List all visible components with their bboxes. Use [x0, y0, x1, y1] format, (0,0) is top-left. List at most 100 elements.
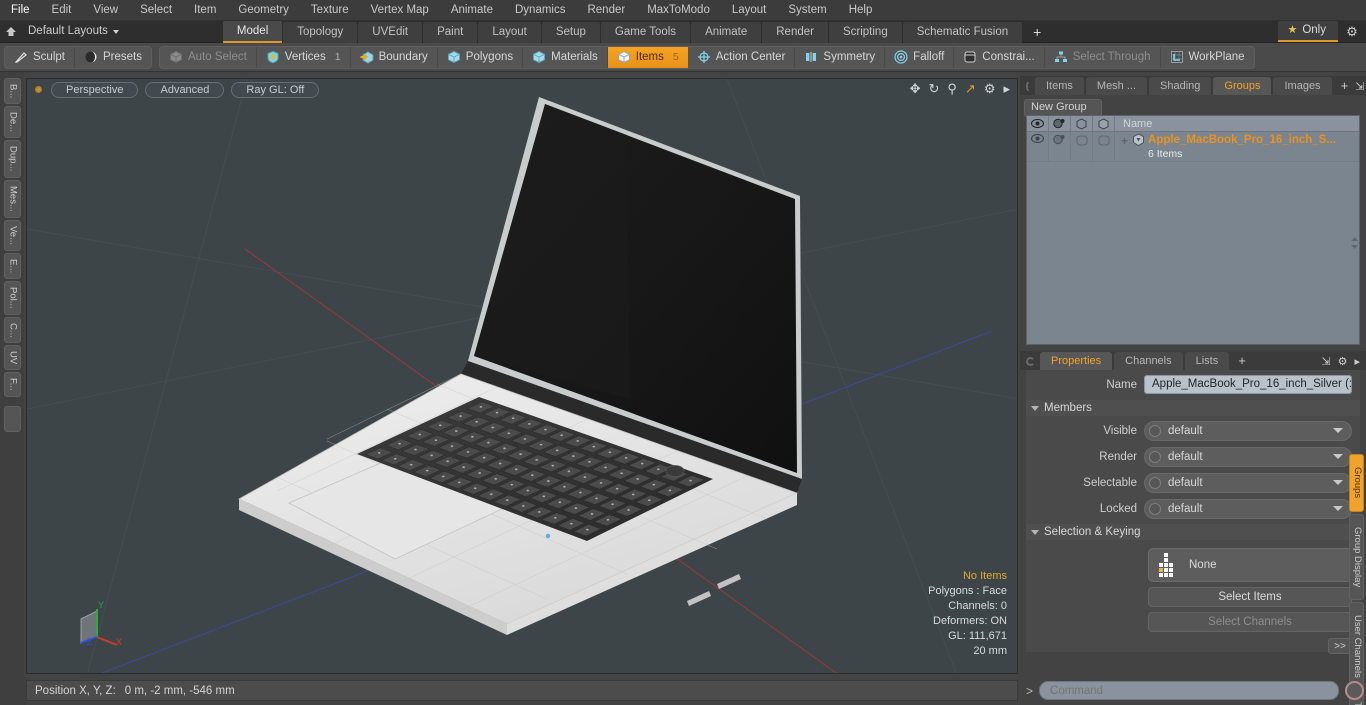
cube-outline-icon[interactable] [1071, 116, 1093, 131]
constraint-button[interactable]: Constrai... [954, 46, 1045, 68]
symmetry-button[interactable]: Symmetry [795, 46, 886, 68]
menu-item-help[interactable]: Help [838, 0, 884, 20]
cube-outline2-icon[interactable] [1093, 116, 1115, 131]
members-section-header[interactable]: Members [1026, 400, 1360, 416]
items-button[interactable]: Items 5 [607, 46, 688, 68]
channel-dot-icon[interactable] [1149, 502, 1161, 515]
selection-keying-section-header[interactable]: Selection & Keying [1026, 524, 1360, 540]
left-tab-extra[interactable] [3, 406, 21, 433]
left-tab-0[interactable]: B... [3, 78, 21, 105]
viewport-advanced-button[interactable]: Advanced [145, 81, 225, 98]
viewport-raygl-button[interactable]: Ray GL: Off [231, 81, 320, 98]
menu-item-view[interactable]: View [82, 0, 129, 20]
row-render-icon[interactable] [1049, 132, 1071, 161]
left-tab-9[interactable]: F... [3, 372, 21, 398]
render-dropdown[interactable]: default [1144, 446, 1352, 467]
panel-tab-items[interactable]: Items [1035, 77, 1084, 95]
channel-dot-icon[interactable] [1149, 424, 1161, 437]
menu-item-animate[interactable]: Animate [440, 0, 504, 20]
channel-dot-icon[interactable] [1149, 450, 1161, 463]
table-row[interactable]: + Apple_MacBook_Pro_16_inch_S... 6 Items [1027, 132, 1359, 162]
panel-menu-icon[interactable] [1026, 82, 1030, 91]
tab-topology[interactable]: Topology [283, 21, 358, 43]
boundary-button[interactable]: Boundary [351, 46, 438, 68]
tab-model[interactable]: Model [222, 20, 283, 43]
tab-lists[interactable]: Lists [1184, 352, 1230, 370]
expand-toggle[interactable]: + [1120, 133, 1129, 147]
left-tab-7[interactable]: C... [3, 316, 21, 344]
panel-tab-mesh[interactable]: Mesh ... [1085, 77, 1148, 95]
left-tab-5[interactable]: E... [3, 252, 21, 279]
expand-icon[interactable]: ⇲ [1355, 80, 1364, 93]
vertices-button[interactable]: Vertices 1 [257, 46, 351, 68]
play-icon[interactable]: ▸ [1003, 82, 1010, 96]
add-tab-button[interactable]: + [1023, 22, 1051, 43]
tab-render[interactable]: Render [762, 21, 828, 43]
panel-tab-groups[interactable]: Groups [1213, 77, 1272, 95]
home-icon[interactable] [0, 21, 22, 43]
axis-gizmo[interactable]: Y X Z [73, 597, 143, 659]
menu-item-edit[interactable]: Edit [41, 0, 83, 20]
visible-dropdown[interactable]: default [1144, 420, 1352, 441]
sculpt-button[interactable]: Sculpt [5, 46, 75, 68]
materials-button[interactable]: Materials [523, 46, 608, 68]
tab-schematic-fusion[interactable]: Schematic Fusion [902, 21, 1023, 43]
menu-item-maxtomodo[interactable]: MaxToModo [636, 0, 721, 20]
row-eye-icon[interactable] [1027, 132, 1049, 161]
menu-item-select[interactable]: Select [129, 0, 183, 20]
3d-viewport[interactable]: Perspective Advanced Ray GL: Off ✥ ↻ ⚲ ↗… [26, 78, 1018, 674]
render-icon[interactable] [1049, 116, 1071, 131]
viewport-indicator[interactable] [35, 86, 42, 93]
record-icon[interactable] [1345, 681, 1364, 700]
workplane-button[interactable]: WorkPlane [1161, 47, 1254, 68]
row-checkbox-2[interactable] [1093, 132, 1115, 161]
selectable-dropdown[interactable]: default [1144, 472, 1352, 493]
menu-item-texture[interactable]: Texture [300, 0, 360, 20]
action-center-button[interactable]: Action Center [688, 46, 796, 68]
command-input[interactable] [1039, 681, 1339, 700]
rotate-icon[interactable]: ↻ [928, 82, 939, 96]
panel-tab-shading[interactable]: Shading [1149, 77, 1212, 95]
tab-channels[interactable]: Channels [1114, 352, 1183, 370]
tab-game-tools[interactable]: Game Tools [600, 21, 691, 43]
left-tab-4[interactable]: Ve... [3, 219, 21, 251]
auto-select-button[interactable]: Auto Select [160, 46, 257, 68]
left-tab-3[interactable]: Mes... [3, 179, 21, 218]
falloff-button[interactable]: Falloff [885, 46, 955, 68]
tab-properties[interactable]: Properties [1040, 352, 1113, 370]
polygons-button[interactable]: Polygons [438, 46, 524, 68]
expand-icon[interactable]: ⇲ [1321, 355, 1330, 368]
left-tab-2[interactable]: Dup... [3, 140, 21, 178]
properties-add-tab-button[interactable]: + [1231, 352, 1253, 370]
group-list[interactable]: Name + Apple_MacBook_Pro_16_inch_S... 6 … [1026, 115, 1360, 345]
name-field[interactable]: Apple_MacBook_Pro_16_inch_Silver (: [1144, 375, 1352, 394]
side-tab-user-channels[interactable]: User Channels [1349, 602, 1364, 690]
presets-button[interactable]: Presets [75, 47, 151, 68]
menu-item-file[interactable]: File [0, 0, 41, 20]
select-items-button[interactable]: Select Items [1148, 587, 1352, 607]
side-tab-group-display[interactable]: Group Display [1349, 514, 1364, 600]
menu-item-vertex-map[interactable]: Vertex Map [360, 0, 440, 20]
zoom-icon[interactable]: ⚲ [947, 82, 957, 96]
locked-dropdown[interactable]: default [1144, 498, 1352, 519]
tab-paint[interactable]: Paint [423, 21, 478, 43]
list-scrollbar[interactable] [1351, 236, 1358, 249]
menu-item-item[interactable]: Item [183, 0, 227, 20]
menu-item-geometry[interactable]: Geometry [227, 0, 300, 20]
chevron-right-icon[interactable]: ▸ [1354, 355, 1360, 368]
tab-scripting[interactable]: Scripting [828, 21, 902, 43]
tab-uvedit[interactable]: UVEdit [358, 21, 423, 43]
menu-item-render[interactable]: Render [576, 0, 636, 20]
only-toggle-button[interactable]: ★ Only [1278, 21, 1338, 42]
gear-icon[interactable]: ⚙ [1338, 355, 1348, 368]
tab-layout[interactable]: Layout [478, 21, 541, 43]
fit-icon[interactable]: ↗ [965, 82, 976, 96]
menu-item-dynamics[interactable]: Dynamics [504, 0, 576, 20]
eye-icon[interactable] [1027, 116, 1049, 131]
left-tab-1[interactable]: De... [3, 106, 21, 139]
side-tab-groups[interactable]: Groups [1349, 454, 1364, 512]
select-through-button[interactable]: Select Through [1045, 46, 1161, 68]
tab-animate[interactable]: Animate [691, 21, 762, 43]
properties-menu-icon[interactable] [1026, 357, 1035, 366]
move-icon[interactable]: ✥ [910, 82, 921, 96]
